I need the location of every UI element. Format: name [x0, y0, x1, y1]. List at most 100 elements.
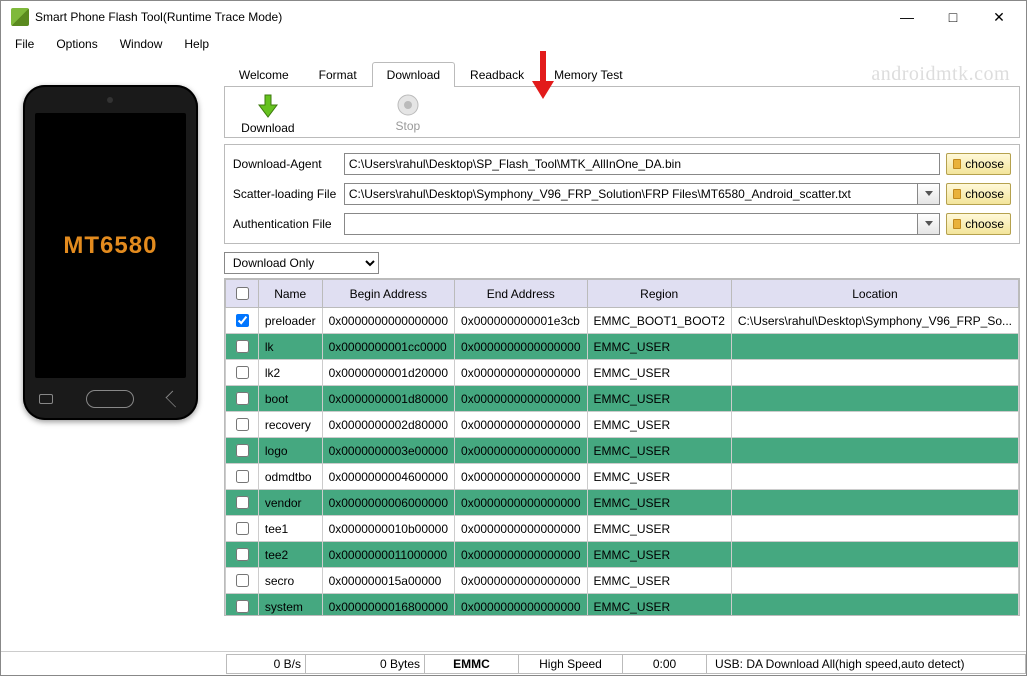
row-checkbox[interactable]: [236, 496, 249, 509]
table-row[interactable]: vendor0x00000000060000000x00000000000000…: [225, 490, 1018, 516]
row-checkbox[interactable]: [236, 392, 249, 405]
row-checkbox[interactable]: [236, 470, 249, 483]
tab-welcome[interactable]: Welcome: [224, 62, 304, 87]
status-time: 0:00: [622, 654, 707, 674]
back-icon: [166, 391, 183, 408]
cell-region: EMMC_BOOT1_BOOT2: [587, 308, 731, 334]
cell-begin: 0x0000000002d80000: [322, 412, 454, 438]
close-button[interactable]: ✕: [976, 2, 1022, 32]
row-checkbox[interactable]: [236, 522, 249, 535]
menu-file[interactable]: File: [5, 35, 44, 53]
header-begin[interactable]: Begin Address: [322, 280, 454, 308]
cell-region: EMMC_USER: [587, 516, 731, 542]
row-checkbox[interactable]: [236, 366, 249, 379]
cell-location: [731, 412, 1018, 438]
table-row[interactable]: tee10x0000000010b000000x0000000000000000…: [225, 516, 1018, 542]
cell-end: 0x0000000000000000: [455, 412, 587, 438]
cell-name: boot: [258, 386, 322, 412]
cell-region: EMMC_USER: [587, 412, 731, 438]
table-row[interactable]: lk20x0000000001d200000x0000000000000000E…: [225, 360, 1018, 386]
tabbar: Welcome Format Download Readback Memory …: [224, 61, 1020, 87]
table-row[interactable]: odmdtbo0x00000000046000000x0000000000000…: [225, 464, 1018, 490]
auth-label: Authentication File: [233, 217, 338, 231]
row-checkbox[interactable]: [236, 548, 249, 561]
table-row[interactable]: recovery0x0000000002d800000x000000000000…: [225, 412, 1018, 438]
cell-begin: 0x0000000000000000: [322, 308, 454, 334]
cell-begin: 0x000000015a00000: [322, 568, 454, 594]
stop-icon: [396, 93, 420, 117]
minimize-button[interactable]: —: [884, 2, 930, 32]
sidebar: BM MT6580: [1, 55, 220, 651]
auth-input[interactable]: [344, 213, 918, 235]
da-label: Download-Agent: [233, 157, 338, 171]
row-checkbox[interactable]: [236, 418, 249, 431]
cell-name: recovery: [258, 412, 322, 438]
cell-begin: 0x0000000003e00000: [322, 438, 454, 464]
stop-button[interactable]: Stop: [373, 93, 443, 135]
file-settings-box: Download-Agent choose Scatter-loading Fi…: [224, 144, 1020, 244]
cell-begin: 0x0000000001cc0000: [322, 334, 454, 360]
scatter-dropdown-button[interactable]: [918, 183, 940, 205]
cell-end: 0x0000000000000000: [455, 490, 587, 516]
download-button[interactable]: Download: [233, 93, 303, 135]
cell-end: 0x0000000000000000: [455, 334, 587, 360]
cell-location: C:\Users\rahul\Desktop\Symphony_V96_FRP_…: [731, 308, 1018, 334]
maximize-button[interactable]: □: [930, 2, 976, 32]
tab-format[interactable]: Format: [304, 62, 372, 87]
cell-name: tee2: [258, 542, 322, 568]
download-arrow-icon: [255, 93, 281, 119]
partition-table-container: Name Begin Address End Address Region Lo…: [224, 278, 1020, 616]
cell-name: tee1: [258, 516, 322, 542]
table-row[interactable]: system0x00000000168000000x00000000000000…: [225, 594, 1018, 616]
header-checkbox[interactable]: [225, 280, 258, 308]
menu-options[interactable]: Options: [46, 35, 107, 53]
table-row[interactable]: secro0x000000015a000000x0000000000000000…: [225, 568, 1018, 594]
cell-name: lk2: [258, 360, 322, 386]
cell-location: [731, 464, 1018, 490]
table-row[interactable]: tee20x00000000110000000x0000000000000000…: [225, 542, 1018, 568]
cell-location: [731, 334, 1018, 360]
menu-help[interactable]: Help: [174, 35, 219, 53]
cell-name: secro: [258, 568, 322, 594]
cell-end: 0x0000000000000000: [455, 542, 587, 568]
cell-location: [731, 386, 1018, 412]
status-bytes: 0 Bytes: [305, 654, 425, 674]
scatter-choose-button[interactable]: choose: [946, 183, 1011, 205]
cell-name: vendor: [258, 490, 322, 516]
cell-name: logo: [258, 438, 322, 464]
header-end[interactable]: End Address: [455, 280, 587, 308]
cell-end: 0x0000000000000000: [455, 360, 587, 386]
row-checkbox[interactable]: [236, 574, 249, 587]
cell-name: odmdtbo: [258, 464, 322, 490]
cell-region: EMMC_USER: [587, 360, 731, 386]
table-row[interactable]: lk0x0000000001cc00000x0000000000000000EM…: [225, 334, 1018, 360]
row-checkbox[interactable]: [236, 600, 249, 613]
row-checkbox[interactable]: [236, 340, 249, 353]
tab-download[interactable]: Download: [372, 62, 455, 87]
auth-dropdown-button[interactable]: [918, 213, 940, 235]
row-checkbox[interactable]: [236, 314, 249, 327]
cell-end: 0x0000000000000000: [455, 386, 587, 412]
da-choose-button[interactable]: choose: [946, 153, 1011, 175]
download-mode-select[interactable]: Download Only: [224, 252, 379, 274]
cell-region: EMMC_USER: [587, 334, 731, 360]
header-region[interactable]: Region: [587, 280, 731, 308]
folder-icon: [953, 159, 961, 169]
menu-window[interactable]: Window: [110, 35, 173, 53]
window-title: Smart Phone Flash Tool(Runtime Trace Mod…: [35, 10, 884, 24]
header-location[interactable]: Location: [731, 280, 1018, 308]
table-row[interactable]: preloader0x00000000000000000x00000000000…: [225, 308, 1018, 334]
header-name[interactable]: Name: [258, 280, 322, 308]
cell-location: [731, 516, 1018, 542]
chipset-label: MT6580: [63, 232, 157, 260]
da-input[interactable]: [344, 153, 940, 175]
auth-choose-button[interactable]: choose: [946, 213, 1011, 235]
menubar: File Options Window Help: [1, 33, 1026, 55]
row-checkbox[interactable]: [236, 444, 249, 457]
cell-end: 0x0000000000000000: [455, 594, 587, 616]
scatter-input[interactable]: [344, 183, 918, 205]
table-row[interactable]: boot0x0000000001d800000x0000000000000000…: [225, 386, 1018, 412]
table-row[interactable]: logo0x0000000003e000000x0000000000000000…: [225, 438, 1018, 464]
cell-begin: 0x0000000001d20000: [322, 360, 454, 386]
tab-readback[interactable]: Readback: [455, 62, 539, 87]
